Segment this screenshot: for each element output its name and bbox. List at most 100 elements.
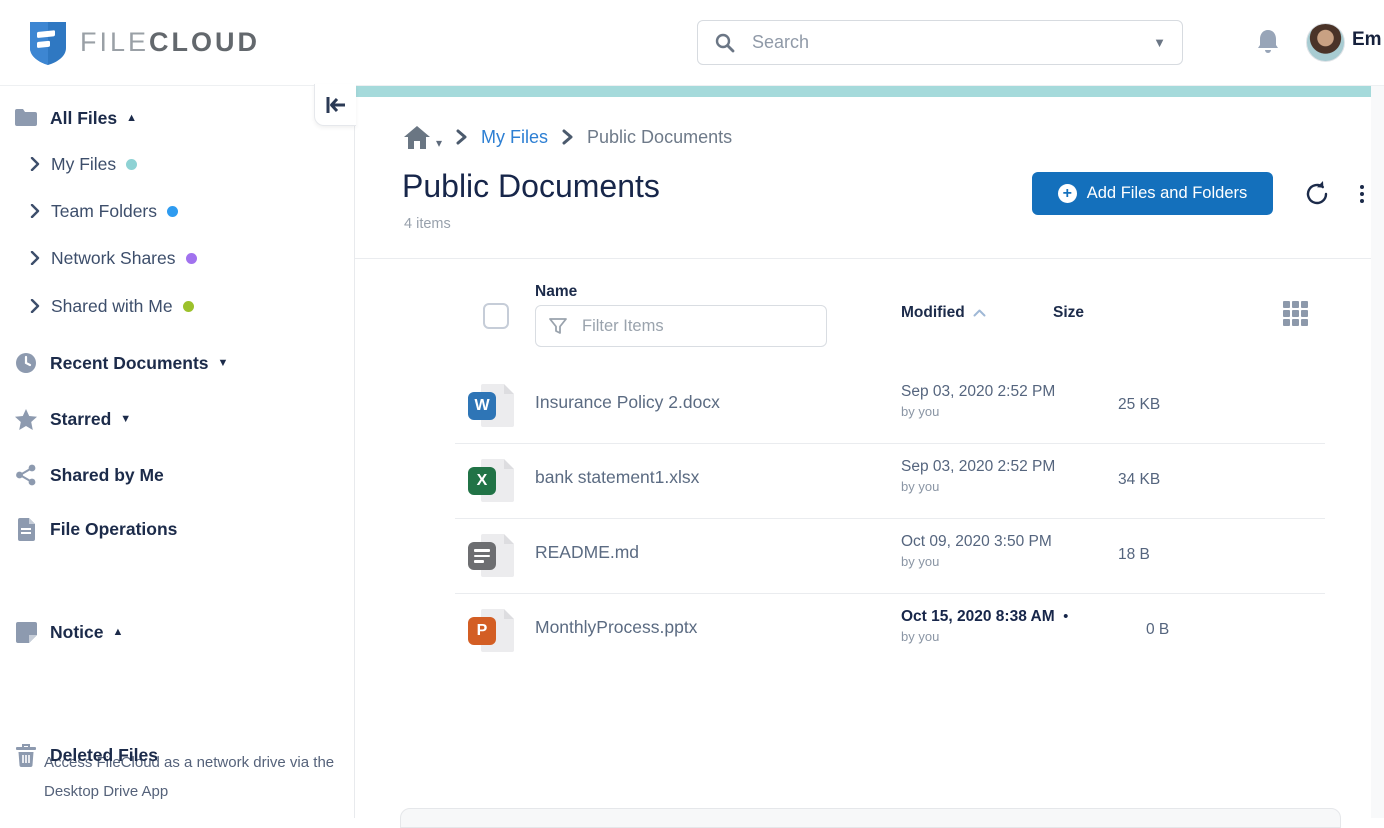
- file-name[interactable]: MonthlyProcess.pptx: [535, 617, 697, 638]
- file-modified: Oct 15, 2020 8:38 AM • by you: [901, 608, 1068, 644]
- file-row[interactable]: W Insurance Policy 2.docx Sep 03, 2020 2…: [455, 368, 1325, 444]
- sidebar: All Files ▲ My Files Team Folders Networ…: [0, 85, 355, 818]
- chevron-right-icon[interactable]: [30, 157, 40, 171]
- notice-note-icon: [14, 621, 38, 643]
- sidebar-item-label: My Files: [51, 153, 117, 174]
- file-size: 25 KB: [1118, 396, 1161, 413]
- team-folders-status-dot: [167, 205, 179, 217]
- file-name[interactable]: bank statement1.xlsx: [535, 467, 699, 488]
- sidebar-item-all-files[interactable]: All Files ▲: [0, 100, 137, 136]
- file-row[interactable]: P MonthlyProcess.pptx Oct 15, 2020 8:38 …: [455, 593, 1325, 668]
- header-divider: [355, 258, 1371, 259]
- top-header: FILECLOUD ▼ Em: [0, 0, 1384, 86]
- modified-by: by you: [901, 554, 940, 569]
- trash-icon: [14, 743, 38, 767]
- sidebar-item-label: Network Shares: [51, 247, 176, 268]
- collapse-sidebar-icon: [325, 95, 347, 115]
- breadcrumb-my-files-link[interactable]: My Files: [481, 127, 548, 148]
- powerpoint-file-icon: P: [468, 607, 516, 655]
- user-avatar[interactable]: [1306, 23, 1345, 62]
- collapse-caret-icon[interactable]: ▲: [112, 626, 123, 638]
- sidebar-item-shared-by-me[interactable]: Shared by Me: [0, 457, 164, 493]
- breadcrumb-home[interactable]: ▾: [403, 125, 442, 150]
- breadcrumb: ▾ My Files Public Documents: [403, 121, 732, 153]
- shared-with-me-status-dot: [182, 300, 194, 312]
- file-name[interactable]: Insurance Policy 2.docx: [535, 392, 720, 413]
- file-size: 18 B: [1118, 546, 1150, 563]
- sidebar-item-notice[interactable]: Notice ▲: [0, 614, 123, 650]
- right-gutter: [1371, 85, 1384, 818]
- file-size: 34 KB: [1118, 471, 1161, 488]
- name-column-header[interactable]: Name: [535, 283, 577, 301]
- excel-file-icon: X: [468, 457, 516, 505]
- search-scope-caret-icon[interactable]: ▼: [1153, 35, 1166, 50]
- sidebar-item-file-operations[interactable]: File Operations: [0, 511, 177, 547]
- filecloud-shield-icon: [28, 18, 68, 66]
- modified-by: by you: [901, 479, 940, 494]
- sidebar-item-label: Notice: [50, 621, 104, 642]
- markdown-file-icon: [468, 532, 516, 580]
- chevron-right-icon[interactable]: [30, 204, 40, 218]
- filter-items-box: [535, 305, 827, 347]
- sidebar-collapse-button[interactable]: [314, 84, 356, 126]
- filter-items-input[interactable]: [580, 315, 814, 337]
- modified-date: Sep 03, 2020 2:52 PM: [901, 458, 1056, 475]
- modified-by: by you: [901, 629, 940, 644]
- filecloud-logo[interactable]: FILECLOUD: [28, 18, 260, 66]
- modified-date: Oct 09, 2020 3:50 PM: [901, 533, 1052, 550]
- file-row[interactable]: README.md Oct 09, 2020 3:50 PM by you 18…: [455, 518, 1325, 594]
- sidebar-item-shared-with-me[interactable]: Shared with Me: [0, 288, 194, 324]
- home-dropdown-caret-icon[interactable]: ▾: [436, 136, 442, 150]
- more-options-kebab-icon[interactable]: [1352, 180, 1372, 208]
- sidebar-item-label: All Files: [50, 107, 118, 128]
- star-icon: [14, 408, 38, 431]
- expand-caret-icon[interactable]: ▼: [218, 357, 229, 369]
- modified-date: Oct 15, 2020 8:38 AM: [901, 608, 1055, 625]
- sort-ascending-caret-icon: [973, 309, 986, 317]
- network-shares-status-dot: [185, 252, 197, 264]
- global-search: ▼: [697, 20, 1183, 65]
- chevron-right-icon[interactable]: [30, 299, 40, 313]
- sidebar-item-label: Shared with Me: [51, 295, 173, 316]
- file-modified: Sep 03, 2020 2:52 PM by you: [901, 458, 1055, 494]
- grid-view-toggle-icon[interactable]: [1283, 301, 1308, 326]
- accent-top-bar: [355, 85, 1371, 97]
- sidebar-item-label: Deleted Files: [50, 744, 158, 765]
- sidebar-item-starred[interactable]: Starred ▼: [0, 401, 131, 437]
- item-count: 4 items: [404, 216, 451, 232]
- sidebar-item-deleted-files[interactable]: Deleted Files: [0, 737, 158, 773]
- breadcrumb-separator-icon: [456, 129, 467, 145]
- home-icon: [403, 125, 431, 150]
- add-files-button[interactable]: + Add Files and Folders: [1032, 172, 1273, 215]
- sidebar-item-label: Starred: [50, 408, 112, 429]
- modified-column-header[interactable]: Modified: [901, 304, 986, 322]
- refresh-icon[interactable]: [1303, 180, 1331, 208]
- sidebar-item-recent-documents[interactable]: Recent Documents ▼: [0, 345, 228, 381]
- breadcrumb-separator-icon: [562, 129, 573, 145]
- my-files-status-dot: [126, 158, 138, 170]
- collapse-caret-icon[interactable]: ▲: [126, 112, 137, 124]
- sidebar-item-label: Team Folders: [51, 200, 158, 221]
- word-file-icon: W: [468, 382, 516, 430]
- select-all-checkbox[interactable]: [483, 303, 509, 329]
- modified-date: Sep 03, 2020 2:52 PM: [901, 383, 1056, 400]
- size-column-header[interactable]: Size: [1053, 304, 1084, 322]
- file-name[interactable]: README.md: [535, 542, 639, 563]
- user-name[interactable]: Em: [1352, 29, 1382, 51]
- expand-caret-icon[interactable]: ▼: [120, 413, 131, 425]
- document-icon: [14, 517, 38, 541]
- add-files-button-label: Add Files and Folders: [1086, 184, 1248, 202]
- sidebar-item-network-shares[interactable]: Network Shares: [0, 240, 197, 276]
- file-modified: Oct 09, 2020 3:50 PM by you: [901, 533, 1052, 569]
- sidebar-item-team-folders[interactable]: Team Folders: [0, 193, 179, 229]
- notifications-bell-icon[interactable]: [1255, 28, 1281, 56]
- share-icon: [14, 464, 38, 486]
- chevron-right-icon[interactable]: [30, 251, 40, 265]
- modified-header-label: Modified: [901, 304, 965, 321]
- unread-dot: •: [1063, 608, 1069, 625]
- search-input[interactable]: [750, 31, 1154, 54]
- clock-icon: [14, 352, 38, 374]
- file-row[interactable]: X bank statement1.xlsx Sep 03, 2020 2:52…: [455, 443, 1325, 519]
- filecloud-wordmark: FILECLOUD: [80, 26, 261, 57]
- sidebar-item-my-files[interactable]: My Files: [0, 146, 138, 182]
